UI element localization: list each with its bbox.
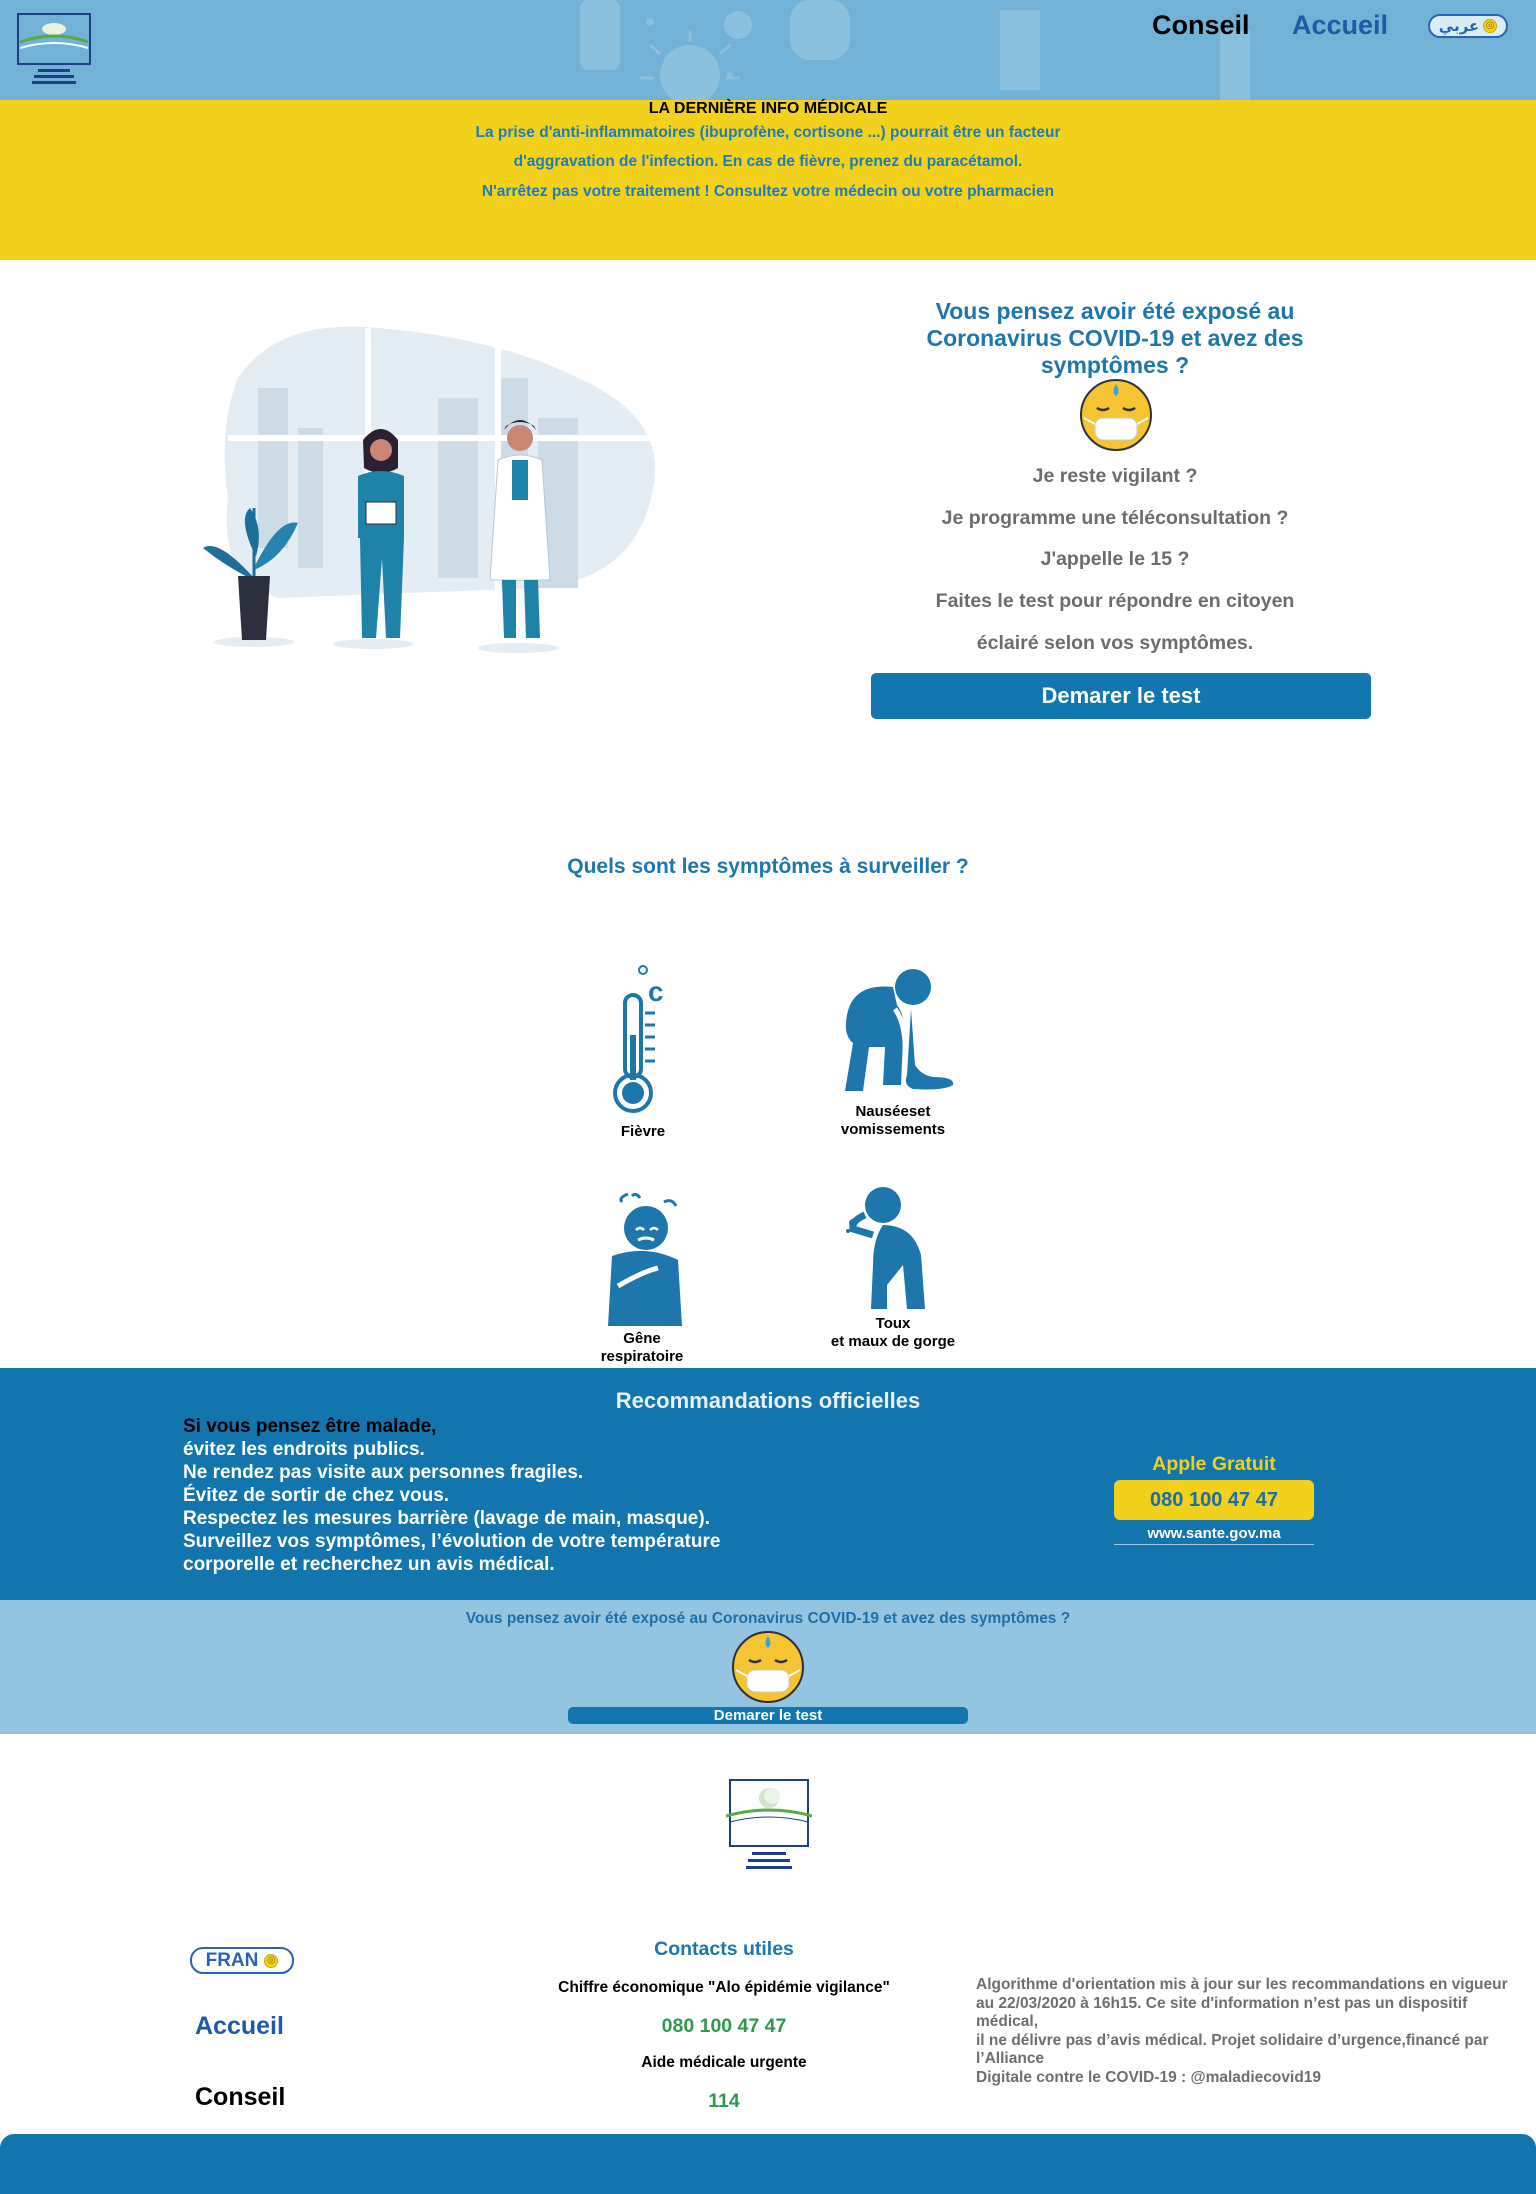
- reco-line-1: Si vous pensez être malade,: [183, 1416, 437, 1437]
- site-header: Conseil Accueil عربي ◎: [0, 0, 1536, 100]
- language-switch-button[interactable]: عربي ◎: [1428, 14, 1508, 38]
- hero-line-vigilant: Je reste vigilant ?: [1032, 465, 1198, 487]
- reco-line-7: corporelle et recherchez un avis médical…: [183, 1554, 555, 1575]
- hero-question: Vous pensez avoir été exposé au Coronavi…: [926, 298, 1304, 378]
- masked-face-emoji: [1080, 379, 1152, 451]
- info-line-1: La prise d'anti-inflammatoires (ibuprofè…: [475, 124, 1061, 141]
- nav-accueil[interactable]: Accueil: [1292, 10, 1388, 41]
- disclaimer-line-2: au 22/03/2020 à 16h15. Ce site d'informa…: [976, 1994, 1468, 2012]
- info-banner-title: LA DERNIÈRE INFO MÉDICALE: [648, 100, 888, 117]
- hero-line-teleconsultation: Je programme une téléconsultation ?: [941, 507, 1289, 529]
- disclaimer-line-4: il ne délivre pas d’avis médical. Projet…: [976, 2031, 1489, 2049]
- disclaimer-line-6: Digitale contre le COVID-19 : @maladieco…: [976, 2068, 1322, 2086]
- recommendations-list: Si vous pensez être malade, évitez les e…: [183, 1415, 720, 1576]
- disclaimer-line-1: Algorithme d'orientation mis à jour sur …: [976, 1976, 1508, 1993]
- globe-icon: ◎: [1483, 19, 1498, 33]
- hero-line-test-1: Faites le test pour répondre en citoyen: [935, 590, 1295, 612]
- breathless-person-icon: [608, 1192, 682, 1326]
- svg-text:c: c: [648, 976, 664, 1007]
- doctors-illustration: [203, 326, 658, 653]
- thermometer-icon: c: [613, 965, 664, 1113]
- reco-line-6: Surveillez vos symptômes, l’évolution de…: [183, 1531, 721, 1552]
- symptom-breathing-label-1: Gêne: [623, 1330, 661, 1347]
- symptom-nausea-label-2: vomissements: [840, 1121, 946, 1138]
- reco-line-3: Ne rendez pas visite aux personnes fragi…: [183, 1462, 584, 1483]
- disclaimer-line-3: médical,: [976, 2013, 1039, 2030]
- nav-conseil[interactable]: Conseil: [1152, 10, 1250, 41]
- free-call-number[interactable]: 080 100 47 47: [1114, 1480, 1314, 1520]
- contact-1-label: Chiffre économique "Alo épidémie vigilan…: [558, 1979, 890, 1996]
- cta-question: Vous pensez avoir été exposé au Coronavi…: [465, 1610, 1071, 1627]
- bottom-bar: [0, 2134, 1536, 2194]
- contact-2-number[interactable]: 114: [524, 2090, 924, 2113]
- info-line-3: N'arrêtez pas votre traitement ! Consult…: [481, 183, 1055, 200]
- symptom-cough-label-2: et maux de gorge: [830, 1333, 956, 1350]
- vomiting-person-icon: [845, 969, 954, 1091]
- useful-contacts: Contacts utiles Chiffre économique "Alo …: [524, 1938, 924, 2113]
- hero-line-call-15: J'appelle le 15 ?: [1040, 548, 1190, 570]
- symptom-breathing-label-2: respiratoire: [600, 1348, 684, 1365]
- symptom-breathing: Gêne respiratoire: [580, 1190, 704, 1366]
- start-test-button[interactable]: Demarer le test: [871, 673, 1371, 719]
- contact-2-label: Aide médicale urgente: [641, 2054, 807, 2071]
- symptom-cough: Toux et maux de gorge: [820, 1185, 966, 1351]
- language-label: عربي: [1438, 18, 1480, 35]
- masked-face-emoji: [732, 1631, 804, 1703]
- symptom-cough-label-1: Toux: [875, 1315, 911, 1332]
- hero-line-test-2: éclairé selon vos symptômes.: [976, 632, 1254, 654]
- recommendations-title: Recommandations officielles: [615, 1388, 921, 1413]
- algorithm-disclaimer: Algorithme d'orientation mis à jour sur …: [976, 1976, 1521, 2087]
- coughing-person-icon: [846, 1187, 925, 1309]
- info-line-2: d'aggravation de l'infection. En cas de …: [513, 153, 1023, 170]
- ministry-logo[interactable]: [16, 12, 92, 88]
- symptom-fever-label: Fièvre: [620, 1123, 666, 1140]
- symptom-nausea: Nauséeset vomissements: [818, 965, 968, 1139]
- contact-1-number[interactable]: 080 100 47 47: [524, 2015, 924, 2038]
- website-link[interactable]: www.sante.gov.ma: [1114, 1525, 1314, 1545]
- reco-line-2: évitez les endroits publics.: [183, 1439, 425, 1460]
- globe-icon: ◎: [264, 1953, 279, 1968]
- disclaimer-line-5: l’Alliance: [976, 2050, 1045, 2067]
- footer-nav-conseil[interactable]: Conseil: [195, 2083, 285, 2112]
- reco-line-4: Évitez de sortir de chez vous.: [183, 1485, 450, 1506]
- language-switch-button-footer[interactable]: FRAN ◎: [190, 1947, 294, 1974]
- ministry-logo-footer[interactable]: [726, 1778, 812, 1878]
- language-label-footer: FRAN: [205, 1949, 259, 1971]
- footer-nav-accueil[interactable]: Accueil: [195, 2012, 284, 2041]
- reco-line-5: Respectez les mesures barrière (lavage d…: [183, 1508, 710, 1529]
- symptom-fever: c Fièvre: [588, 965, 698, 1141]
- free-call-title: Apple Gratuit: [1152, 1453, 1276, 1475]
- test-cta-band: Vous pensez avoir été exposé au Coronavi…: [0, 1600, 1536, 1734]
- start-test-button-small[interactable]: Demarer le test: [568, 1707, 968, 1724]
- contacts-title: Contacts utiles: [654, 1938, 794, 1960]
- recommendations-section: Recommandations officielles Si vous pens…: [0, 1368, 1536, 1600]
- medical-info-banner: LA DERNIÈRE INFO MÉDICALE La prise d'ant…: [0, 100, 1536, 260]
- symptom-nausea-label-1: Nauséeset: [855, 1103, 931, 1120]
- symptoms-title: Quels sont les symptômes à surveiller ?: [567, 855, 969, 878]
- free-call-box: Apple Gratuit 080 100 47 47 www.sante.go…: [1114, 1453, 1314, 1545]
